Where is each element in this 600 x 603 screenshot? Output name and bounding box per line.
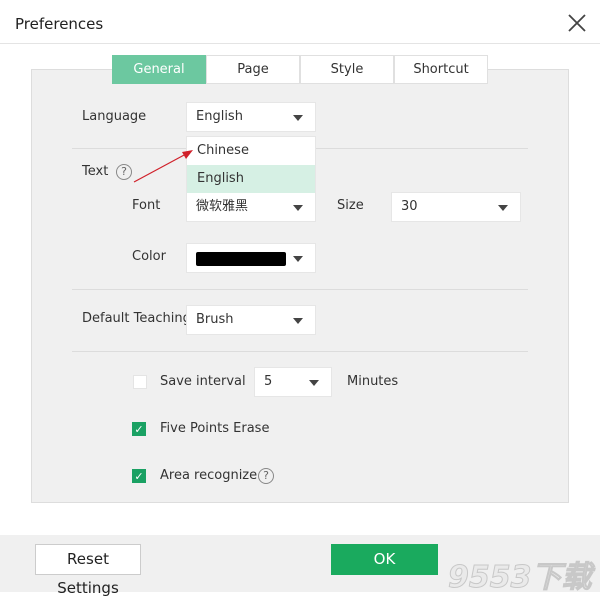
tab-style[interactable]: Style — [300, 55, 394, 84]
divider — [0, 43, 600, 44]
font-select[interactable]: 微软雅黑 — [186, 192, 316, 222]
font-label: Font — [132, 198, 161, 213]
reset-settings-button[interactable]: Reset Settings — [35, 544, 141, 597]
language-option-english[interactable]: English — [187, 165, 315, 193]
save-interval-label: Save interval — [160, 374, 246, 389]
language-dropdown-list: Chinese English — [186, 136, 316, 193]
chevron-down-icon — [293, 318, 303, 324]
help-icon[interactable]: ? — [258, 468, 274, 484]
tab-shortcut[interactable]: Shortcut — [394, 55, 488, 84]
save-interval-select[interactable]: 5 — [254, 367, 332, 397]
annotation-arrow-icon — [133, 150, 193, 183]
language-select[interactable]: English — [186, 102, 316, 132]
ok-button[interactable]: OK — [331, 544, 438, 575]
watermark-logo: 9553下载 — [448, 560, 592, 596]
text-label: Text — [82, 164, 109, 179]
area-recognize-checkbox[interactable]: ✓ — [132, 469, 146, 483]
chevron-down-icon — [293, 256, 303, 262]
save-interval-checkbox[interactable] — [133, 375, 147, 389]
color-select[interactable] — [186, 243, 316, 273]
five-points-erase-checkbox[interactable]: ✓ — [132, 422, 146, 436]
font-value: 微软雅黑 — [196, 199, 249, 214]
language-option-chinese[interactable]: Chinese — [187, 137, 315, 165]
area-recognize-label: Area recognize — [160, 468, 258, 483]
chevron-down-icon — [498, 205, 508, 211]
default-teaching-label: Default Teaching I — [82, 311, 186, 326]
save-interval-value: 5 — [264, 374, 273, 389]
language-value: English — [196, 109, 243, 124]
size-select[interactable]: 30 — [391, 192, 521, 222]
minutes-label: Minutes — [347, 374, 399, 389]
teaching-value: Brush — [196, 312, 234, 327]
settings-panel — [31, 69, 569, 503]
language-label: Language — [82, 109, 147, 124]
close-icon[interactable] — [566, 12, 588, 34]
dialog-title: Preferences — [15, 15, 104, 33]
chevron-down-icon — [293, 115, 303, 121]
size-value: 30 — [401, 199, 418, 214]
tab-page[interactable]: Page — [206, 55, 300, 84]
color-swatch — [196, 252, 286, 266]
five-points-erase-label: Five Points Erase — [160, 421, 270, 436]
chevron-down-icon — [293, 205, 303, 211]
size-label: Size — [337, 198, 364, 213]
tab-general[interactable]: General — [112, 55, 206, 84]
divider — [72, 351, 528, 352]
chevron-down-icon — [309, 380, 319, 386]
color-label: Color — [132, 249, 166, 264]
teaching-select[interactable]: Brush — [186, 305, 316, 335]
divider — [72, 289, 528, 290]
